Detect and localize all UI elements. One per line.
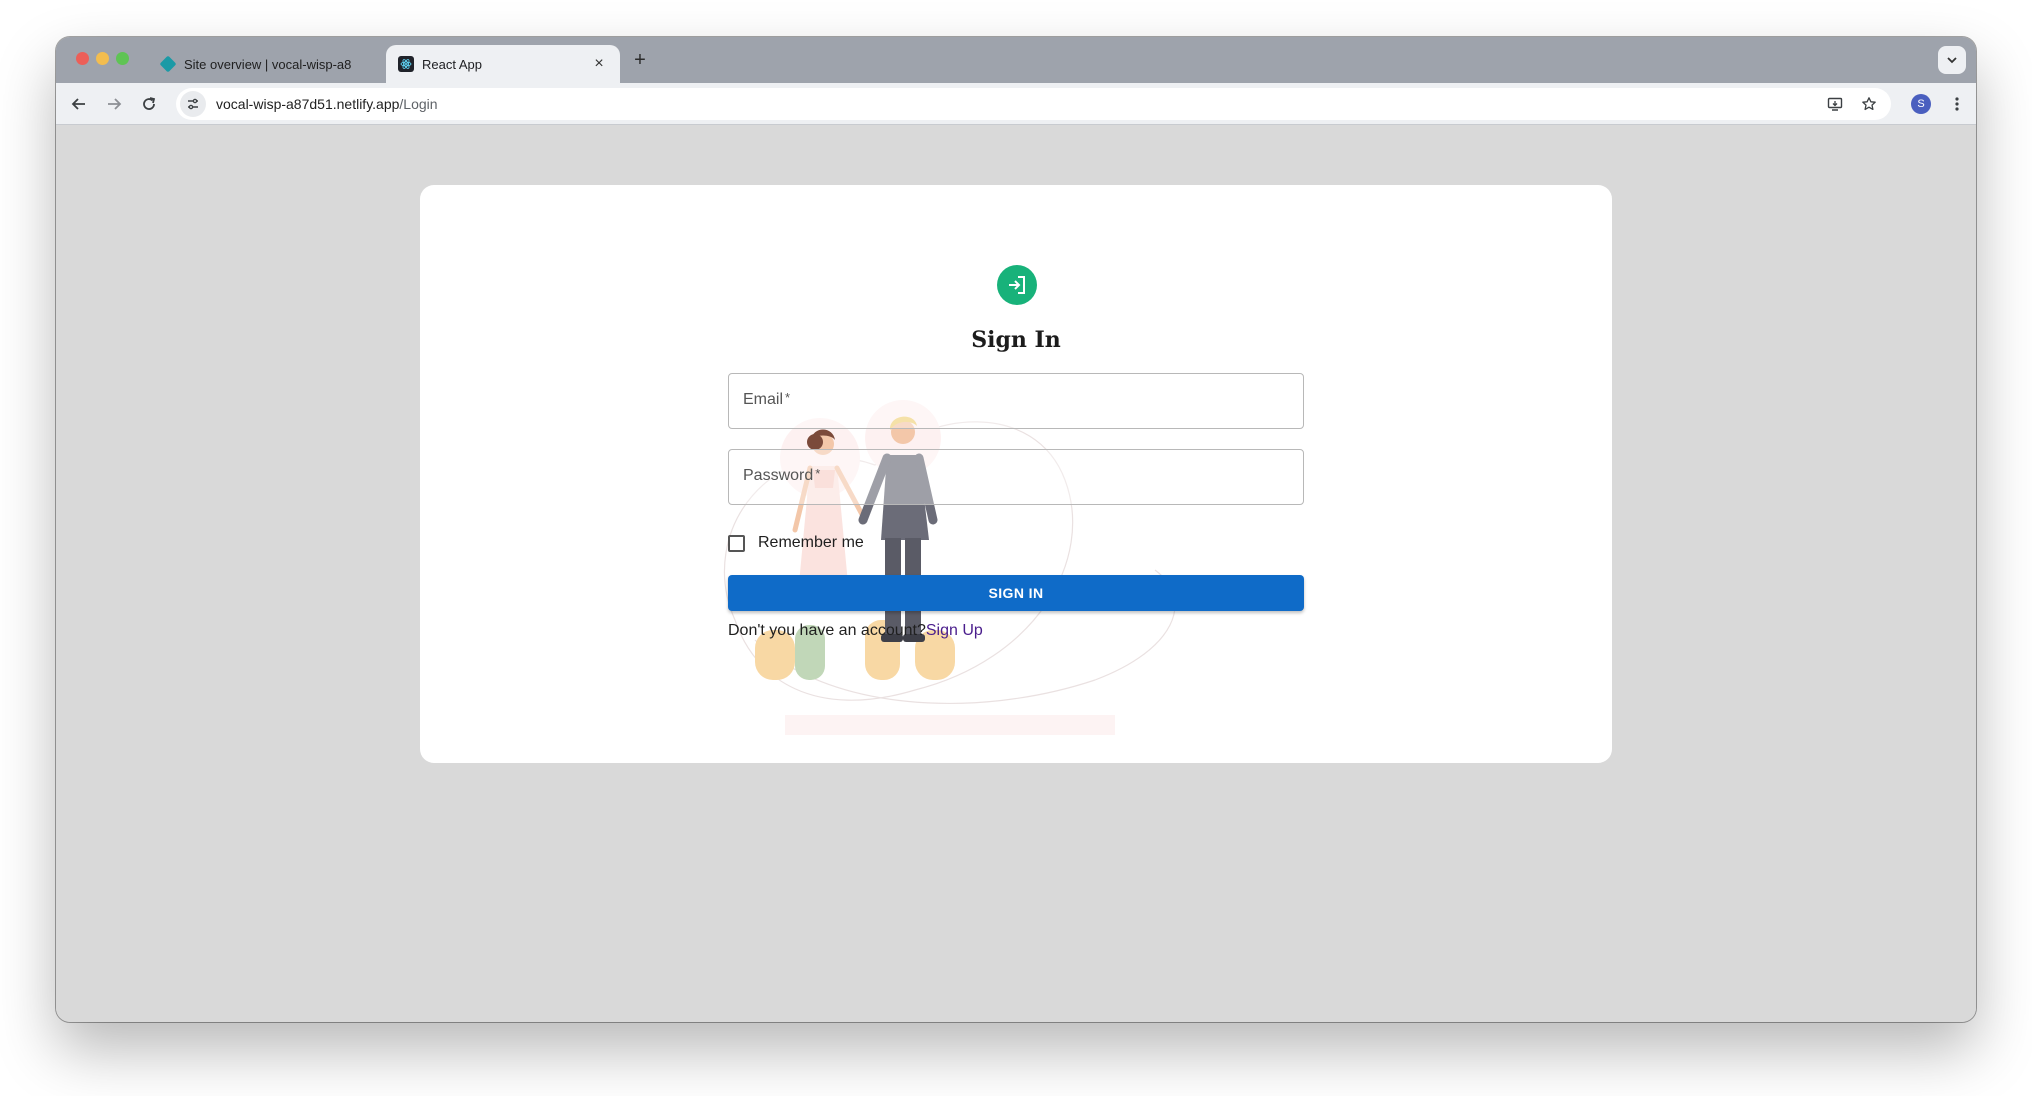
password-field[interactable]: Password * bbox=[728, 449, 1304, 505]
reload-button[interactable] bbox=[136, 91, 162, 117]
chevron-down-icon bbox=[1947, 57, 1957, 64]
bookmark-star-icon[interactable] bbox=[1859, 94, 1879, 114]
site-info-icon[interactable] bbox=[180, 91, 206, 117]
remember-me-row: Remember me bbox=[728, 534, 864, 552]
url-text: vocal-wisp-a87d51.netlify.app/Login bbox=[216, 96, 438, 112]
close-window-button[interactable] bbox=[76, 52, 89, 65]
arrow-left-icon bbox=[71, 98, 85, 110]
login-icon bbox=[997, 265, 1037, 305]
signup-prompt: Don't you have an account?Sign Up bbox=[728, 622, 983, 640]
tab-title: Site overview | vocal-wisp-a8 bbox=[184, 56, 352, 72]
back-button[interactable] bbox=[66, 91, 92, 117]
password-label: Password * bbox=[743, 466, 821, 484]
email-field[interactable]: Email * bbox=[728, 373, 1304, 429]
remember-me-label[interactable]: Remember me bbox=[758, 534, 864, 552]
url-host: vocal-wisp-a87d51.netlify.app bbox=[216, 96, 400, 112]
close-tab-icon[interactable]: × bbox=[590, 55, 608, 73]
react-icon bbox=[398, 56, 414, 72]
remember-me-checkbox[interactable] bbox=[728, 534, 745, 552]
reload-icon bbox=[143, 97, 156, 110]
minimize-window-button[interactable] bbox=[96, 52, 109, 65]
email-label: Email * bbox=[743, 390, 791, 408]
arrow-right-icon bbox=[108, 98, 122, 110]
no-account-text: Don't you have an account? bbox=[728, 622, 926, 639]
profile-avatar[interactable]: S bbox=[1911, 94, 1931, 114]
page-viewport: Sign In Email * Password * Remember me SIG… bbox=[56, 125, 1976, 1022]
forward-button[interactable] bbox=[101, 91, 127, 117]
zoom-window-button[interactable] bbox=[116, 52, 129, 65]
sign-up-link[interactable]: Sign Up bbox=[926, 622, 983, 639]
install-app-icon[interactable] bbox=[1825, 94, 1845, 114]
page-title: Sign In bbox=[971, 327, 1061, 353]
tab-strip: Site overview | vocal-wisp-a8 × React Ap… bbox=[56, 37, 1976, 83]
new-tab-button[interactable]: + bbox=[628, 48, 652, 72]
tab-react-app[interactable]: React App × bbox=[386, 45, 620, 83]
tab-search-button[interactable] bbox=[1938, 46, 1966, 74]
address-bar[interactable]: vocal-wisp-a87d51.netlify.app/Login bbox=[176, 88, 1891, 120]
browser-toolbar: vocal-wisp-a87d51.netlify.app/Login S bbox=[56, 83, 1976, 125]
browser-window: Site overview | vocal-wisp-a8 × React Ap… bbox=[56, 37, 1976, 1022]
login-card: Sign In Email * Password * Remember me SIG… bbox=[420, 185, 1612, 763]
tab-title: React App bbox=[422, 56, 482, 72]
netlify-diamond-icon bbox=[159, 55, 177, 73]
more-menu-icon[interactable] bbox=[1946, 93, 1968, 115]
url-path: /Login bbox=[399, 96, 438, 112]
sign-in-button[interactable]: SIGN IN bbox=[728, 575, 1304, 611]
